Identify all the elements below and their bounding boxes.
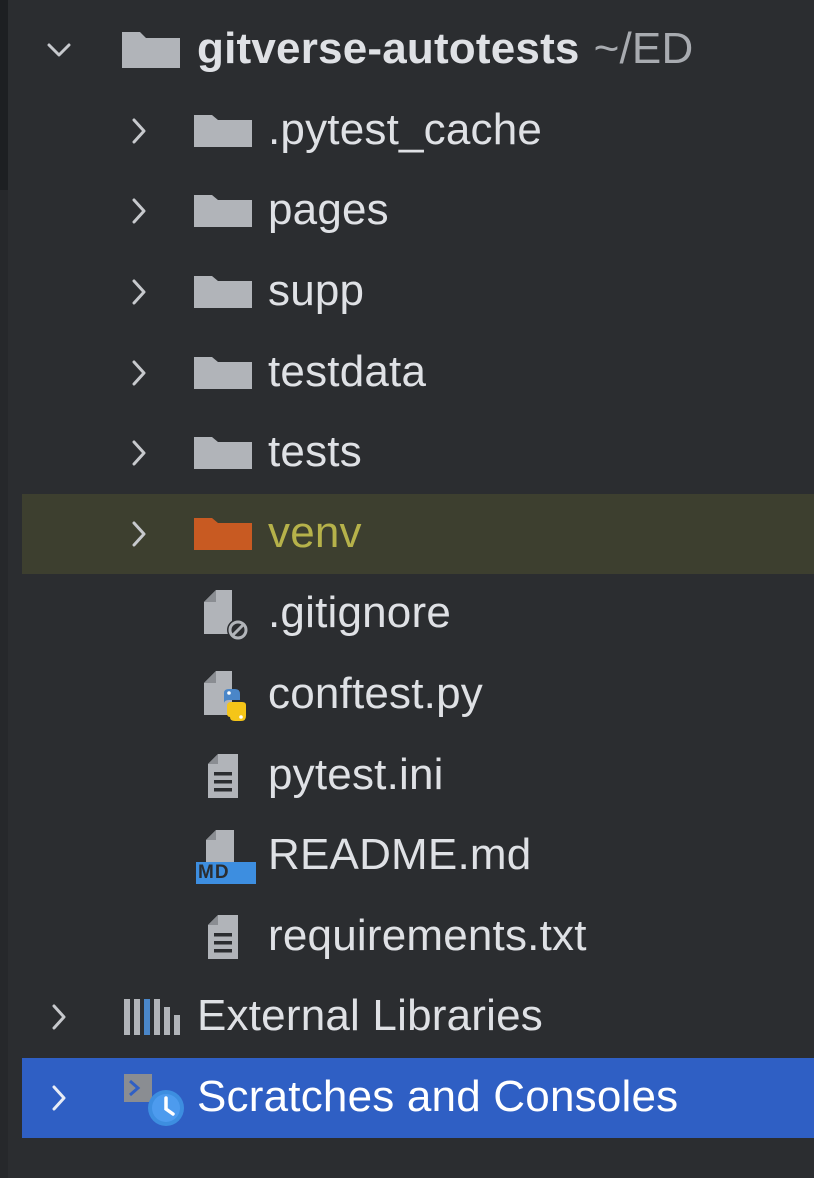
folder-label: supp [268, 266, 365, 316]
chevron-right-icon[interactable] [122, 191, 156, 231]
tree-row-file[interactable]: .gitignore [22, 574, 814, 655]
folder-label: .pytest_cache [268, 104, 543, 154]
folder-icon [122, 32, 180, 69]
text-file-icon [208, 753, 238, 798]
tree-row-file[interactable]: MD README.md [22, 816, 814, 897]
file-label: requirements.txt [268, 910, 587, 960]
gitignore-file-icon [204, 590, 249, 642]
tree-row-folder[interactable]: pages [22, 171, 814, 252]
md-badge: MD [198, 862, 230, 884]
folder-icon [194, 276, 252, 309]
folder-icon [194, 356, 252, 389]
tree-row-scratches-and-consoles[interactable]: Scratches and Consoles [22, 1057, 814, 1138]
chevron-right-icon[interactable] [122, 514, 156, 554]
folder-label: venv [268, 507, 362, 557]
scrollbar-thumb[interactable] [0, 0, 8, 190]
chevron-right-icon[interactable] [122, 433, 156, 473]
scratches-clock-icon [124, 1073, 184, 1126]
chevron-right-icon[interactable] [122, 353, 156, 393]
folder-icon [194, 437, 252, 470]
chevron-right-icon[interactable] [122, 111, 156, 151]
python-file-icon [204, 671, 246, 722]
tree-row-file[interactable]: pytest.ini [22, 735, 814, 816]
folder-icon [194, 114, 252, 147]
project-path: ~/ED [593, 24, 694, 74]
left-edge [0, 0, 8, 1178]
file-label: README.md [268, 830, 532, 880]
tree-row-external-libraries[interactable]: External Libraries [22, 977, 814, 1058]
tree-row-folder[interactable]: supp [22, 252, 814, 333]
tree-row-folder-excluded[interactable]: venv [22, 493, 814, 575]
chevron-right-icon[interactable] [122, 272, 156, 312]
excluded-folder-icon [194, 517, 252, 550]
folder-icon [194, 195, 252, 228]
scratches-and-consoles-label: Scratches and Consoles [197, 1071, 679, 1121]
project-name: gitverse-autotests ~/ED [197, 27, 693, 71]
external-libraries-label: External Libraries [197, 991, 543, 1041]
tree-row-project-root[interactable]: gitverse-autotests ~/ED [22, 10, 814, 91]
file-label: .gitignore [268, 588, 452, 638]
folder-label: pages [268, 185, 389, 235]
tree-row-folder[interactable]: tests [22, 413, 814, 494]
tree-row-folder[interactable]: .pytest_cache [22, 91, 814, 172]
chevron-right-icon[interactable] [42, 997, 76, 1037]
tree-row-folder[interactable]: testdata [22, 332, 814, 413]
project-tree: gitverse-autotests ~/ED .pytest_cache pag… [22, 10, 814, 1138]
chevron-down-icon[interactable] [42, 30, 76, 70]
tree-row-file[interactable]: requirements.txt [22, 897, 814, 978]
folder-label: tests [268, 427, 362, 477]
folder-label: testdata [268, 346, 427, 396]
chevron-right-icon[interactable] [42, 1078, 76, 1118]
file-label: conftest.py [268, 669, 483, 719]
tree-row-file[interactable]: conftest.py [22, 655, 814, 736]
project-name-text: gitverse-autotests [197, 24, 580, 74]
libraries-icon [124, 999, 180, 1036]
file-label: pytest.ini [268, 749, 444, 799]
text-file-icon [208, 914, 238, 959]
